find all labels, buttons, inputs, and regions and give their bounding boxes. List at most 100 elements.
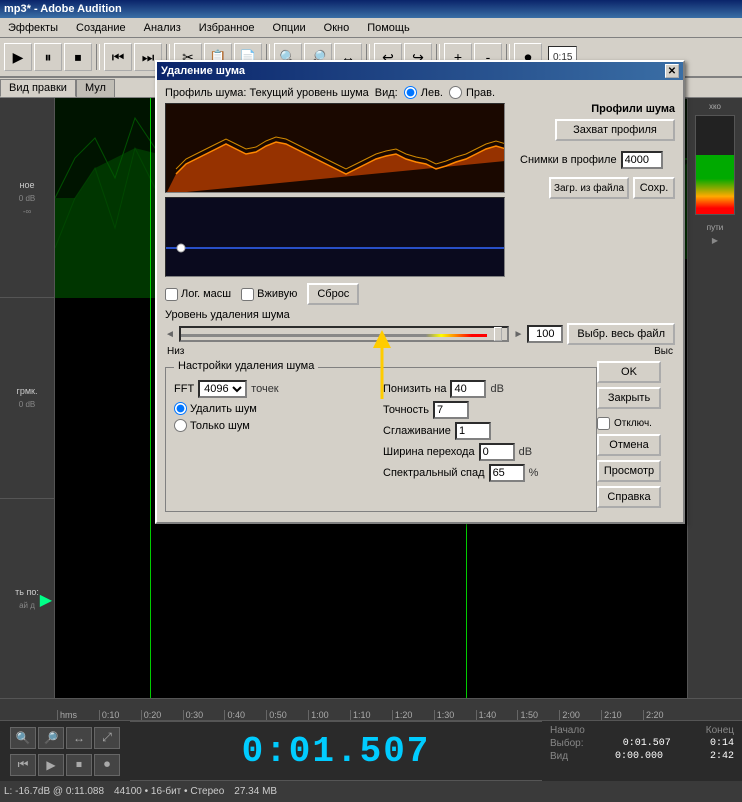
capture-profile-btn[interactable]: Захват профиля — [555, 119, 675, 141]
snapshots-input[interactable] — [621, 151, 663, 169]
smoothing-label: Сглаживание — [383, 425, 451, 437]
radio-left-text: Лев. — [421, 87, 443, 99]
transition-label: Ширина перехода — [383, 446, 475, 458]
ok-btn[interactable]: OK — [597, 361, 661, 383]
profile-row: Профиль шума: Текущий уровень шума Вид: … — [165, 86, 675, 99]
settings-left-col: FFT 4096 2048 8192 точек — [174, 380, 379, 482]
disconnect-check[interactable] — [597, 417, 610, 430]
spectral-label: Спектральный спад — [383, 467, 485, 479]
preview-btn[interactable]: Просмотр — [597, 460, 661, 482]
reduce-db-input[interactable] — [450, 380, 486, 398]
disconnect-row: Отключ. — [597, 417, 667, 430]
options-row: Лог. масш Вживую Сброс — [165, 283, 675, 305]
fft-row: FFT 4096 2048 8192 точек — [174, 380, 379, 398]
only-noise-radio[interactable] — [174, 419, 187, 432]
view-value: 0:00.000 — [615, 751, 663, 762]
settings-title: Настройки удаления шума — [174, 360, 318, 372]
whole-file-btn[interactable]: Выбр. весь файл — [567, 323, 675, 345]
profiles-title: Профили шума — [520, 103, 675, 115]
btn-prev[interactable]: ⏮ — [10, 754, 36, 776]
log-scale-check[interactable] — [165, 288, 178, 301]
transition-unit: dB — [519, 446, 532, 458]
fft-select[interactable]: 4096 2048 8192 — [198, 380, 247, 398]
accuracy-row: Точность — [383, 401, 588, 419]
reduce-db-unit: dB — [490, 383, 503, 395]
btn-rec[interactable]: ⏺ — [94, 754, 120, 776]
file-btns-row: Загр. из файла Сохр. — [520, 177, 675, 201]
snapshots-label: Снимки в профиле — [520, 154, 617, 166]
view-end: 2:42 — [710, 751, 734, 762]
smoothing-row: Сглаживание — [383, 422, 588, 440]
accuracy-input[interactable] — [433, 401, 469, 419]
live-text: Вживую — [257, 288, 297, 300]
settings-grid: FFT 4096 2048 8192 точек — [174, 380, 588, 482]
snapshots-row: Снимки в профиле — [520, 151, 675, 169]
load-file-btn[interactable]: Загр. из файла — [549, 177, 629, 199]
disconnect-label: Отключ. — [614, 418, 652, 429]
noise-level-section: Уровень удаления шума ◄ ► 100 Выбр. весь… — [165, 309, 675, 357]
noise-level-slider[interactable] — [179, 326, 510, 342]
level-labels: Низ Выс — [165, 346, 675, 357]
remove-noise-label[interactable]: Удалить шум — [174, 402, 379, 415]
status-format: 44100 • 16-бит • Стерео — [114, 786, 224, 797]
dialog-close-button[interactable]: ✕ — [665, 64, 679, 78]
transition-input[interactable] — [479, 443, 515, 461]
radio-right-label[interactable]: Прав. — [449, 86, 495, 99]
fft-unit: точек — [251, 383, 278, 395]
transition-row: Ширина перехода dB — [383, 443, 588, 461]
noise-profile-waveform — [165, 103, 505, 193]
smoothing-input[interactable] — [455, 422, 491, 440]
status-size: 27.34 MB — [234, 786, 277, 797]
level-min-label: Низ — [167, 346, 184, 357]
noise-level-value[interactable]: 100 — [527, 325, 563, 343]
live-check[interactable] — [241, 288, 254, 301]
slider-left-arrow[interactable]: ◄ — [165, 329, 175, 340]
dialog-title: Удаление шума — [161, 65, 245, 77]
btn-stop[interactable]: ⏹ — [66, 754, 92, 776]
status-bar: L: -16.7dB @ 0:11.088 44100 • 16-бит • С… — [0, 780, 742, 802]
reduce-db-row: Понизить на dB — [383, 380, 588, 398]
mode-radios: Удалить шум Только шум — [174, 402, 379, 432]
dialog-body: Профиль шума: Текущий уровень шума Вид: … — [157, 80, 683, 522]
reduce-db-label: Понизить на — [383, 383, 446, 395]
live-label[interactable]: Вживую — [241, 288, 297, 301]
help-btn[interactable]: Справка — [597, 486, 661, 508]
log-scale-text: Лог. масш — [181, 288, 231, 300]
accuracy-label: Точность — [383, 404, 429, 416]
save-btn[interactable]: Сохр. — [633, 177, 675, 199]
bottom-section: Настройки удаления шума FFT 4096 2048 81… — [165, 361, 675, 516]
status-level: L: -16.7dB @ 0:11.088 — [4, 786, 104, 797]
slider-thumb[interactable] — [494, 327, 502, 341]
view-label-dialog: Вид: — [375, 87, 398, 99]
only-noise-label[interactable]: Только шум — [174, 419, 379, 432]
level-max-label: Выс — [654, 346, 673, 357]
noise-reduction-waveform: Больше Меньше ← — [165, 197, 505, 277]
spectral-unit: % — [529, 467, 539, 479]
spectral-input[interactable] — [489, 464, 525, 482]
view-label: Вид — [550, 751, 568, 762]
dialog-overlay: Удаление шума ✕ Профиль шума: Текущий ур… — [0, 0, 742, 742]
action-buttons: OK Закрыть Отключ. Отмена Просмотр Справ… — [597, 361, 667, 508]
btn-play[interactable]: ▶ — [38, 754, 64, 776]
fft-label: FFT — [174, 383, 194, 395]
radio-right[interactable] — [449, 86, 462, 99]
noise-removal-dialog: Удаление шума ✕ Профиль шума: Текущий ур… — [155, 60, 685, 524]
radio-left[interactable] — [404, 86, 417, 99]
only-noise-text: Только шум — [190, 420, 250, 432]
reset-btn[interactable]: Сброс — [307, 283, 359, 305]
slider-right-arrow[interactable]: ► — [513, 329, 523, 340]
radio-left-label[interactable]: Лев. — [404, 86, 443, 99]
remove-noise-text: Удалить шум — [190, 403, 257, 415]
cancel-btn[interactable]: Отмена — [597, 434, 661, 456]
time-row-view: Вид 0:00.000 2:42 — [550, 751, 734, 762]
log-scale-label[interactable]: Лог. масш — [165, 288, 231, 301]
dialog-titlebar: Удаление шума ✕ — [157, 62, 683, 80]
radio-right-text: Прав. — [466, 87, 495, 99]
close-btn[interactable]: Закрыть — [597, 387, 661, 409]
noise-level-label: Уровень удаления шума — [165, 309, 675, 321]
waveform-column: Больше Меньше ← — [165, 103, 512, 277]
main-content-row: Больше Меньше ← Профили шума Захват проф… — [165, 103, 675, 277]
slider-row: ◄ ► 100 Выбр. весь файл — [165, 323, 675, 345]
remove-noise-radio[interactable] — [174, 402, 187, 415]
profile-label: Профиль шума: Текущий уровень шума — [165, 87, 369, 99]
